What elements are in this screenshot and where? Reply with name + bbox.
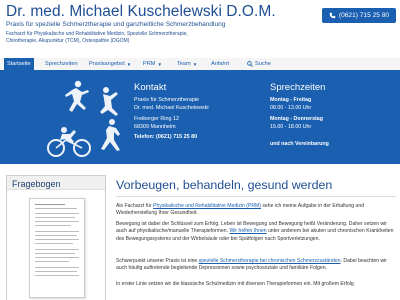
nav-label: Startseite xyxy=(7,61,31,67)
hours-note: und nach Vereinbarung xyxy=(270,141,329,147)
pain-therapy-paragraph: Schwerpunkt unserer Praxis ist eine spez… xyxy=(116,258,396,273)
questionnaire-document-thumbnail[interactable] xyxy=(29,198,85,298)
contact-banner: Kontakt Praxis für Schmerztherapie Dr. m… xyxy=(0,72,400,164)
nav-label: Sprechzeiten xyxy=(45,61,78,67)
phone-button-label: (0621) 715 25 80 xyxy=(338,12,390,19)
nav-label: PRM xyxy=(143,61,156,67)
site-description-line: Chirotherapie, Akupunktur (TCM), Osteopa… xyxy=(6,37,130,44)
nav-item-startseite[interactable]: Startseite xyxy=(4,58,34,70)
nav-item-team[interactable]: Team ▼ xyxy=(174,58,200,70)
hours-heading: Sprechzeiten xyxy=(270,82,326,93)
sport-figures-illustration xyxy=(47,80,120,157)
site-title[interactable]: Dr. med. Michael Kuschelewski D.O.M. xyxy=(6,3,276,21)
main-nav: Startseite Sprechzeiten Praxisangebot ▼ … xyxy=(0,58,400,72)
prm-link[interactable]: Physikalische und Rehabilitative Medizin… xyxy=(153,203,261,209)
questionnaire-box: Fragebogen xyxy=(6,175,106,300)
contact-line: Dr. med. Michael Kuschelewski xyxy=(134,105,209,111)
paragraph-text: Schwerpunkt unserer Praxis ist eine xyxy=(116,258,199,264)
nav-label: Praxisangebot xyxy=(89,61,125,67)
contact-line: Freiberger Ring 12 xyxy=(134,116,179,122)
phone-button[interactable]: (0621) 715 25 80 xyxy=(322,8,396,23)
nav-label: Team xyxy=(177,61,191,67)
movement-paragraph: Bewegung ist dabei der Schlüssel zum Erf… xyxy=(116,221,396,243)
nav-item-prm[interactable]: PRM ▼ xyxy=(140,58,165,70)
chevron-down-icon: ▼ xyxy=(126,61,132,67)
site-description: Facharzt für Physikalische und Rehabilit… xyxy=(6,31,216,44)
contact-line: Praxis für Schmerztherapie xyxy=(134,97,200,103)
help-link[interactable]: Wir helfen Ihnen xyxy=(229,228,266,234)
nav-label: Anfahrt xyxy=(211,61,230,67)
hours-time: 15.00 - 18.00 Uhr xyxy=(270,124,312,130)
paragraph-text: Als Facharzt für xyxy=(116,203,154,209)
nav-item-suche[interactable]: Suche xyxy=(244,58,274,70)
site-subtitle: Praxis für spezielle Schmerztherapie und… xyxy=(6,21,226,28)
contact-line: 68309 Mannheim xyxy=(134,124,176,130)
hours-time: 08.00 - 13.00 Uhr xyxy=(270,105,312,111)
therapy-paragraph: In erster Linie setzen wir die klassisch… xyxy=(116,281,354,287)
title-divider xyxy=(116,196,396,197)
header: Dr. med. Michael Kuschelewski D.O.M. Pra… xyxy=(0,0,400,58)
intro-paragraph: Als Facharzt für Physikalische und Rehab… xyxy=(116,203,396,218)
chevron-down-icon: ▼ xyxy=(192,61,198,67)
site-description-line: Facharzt für Physikalische und Rehabilit… xyxy=(6,31,188,37)
phone-icon xyxy=(329,12,336,19)
contact-phone[interactable]: Telefon: (0621) 715 25 80 xyxy=(134,134,197,140)
contact-heading: Kontakt xyxy=(134,82,167,93)
pain-therapy-link[interactable]: spezielle Schmerztherapie bei chronische… xyxy=(199,258,341,264)
questionnaire-title: Fragebogen xyxy=(7,176,105,190)
nav-item-anfahrt[interactable]: Anfahrt xyxy=(208,58,232,70)
hours-day: Montag - Freitag xyxy=(270,97,312,103)
search-icon xyxy=(247,61,253,67)
page-title: Vorbeugen, behandeln, gesund werden xyxy=(116,178,333,192)
chevron-down-icon: ▼ xyxy=(157,61,162,67)
nav-item-praxisangebot[interactable]: Praxisangebot ▼ xyxy=(86,58,134,70)
hours-day: Montag - Donnerstag xyxy=(270,116,323,122)
nav-item-sprechzeiten[interactable]: Sprechzeiten xyxy=(42,58,81,70)
nav-label: Suche xyxy=(255,61,271,67)
